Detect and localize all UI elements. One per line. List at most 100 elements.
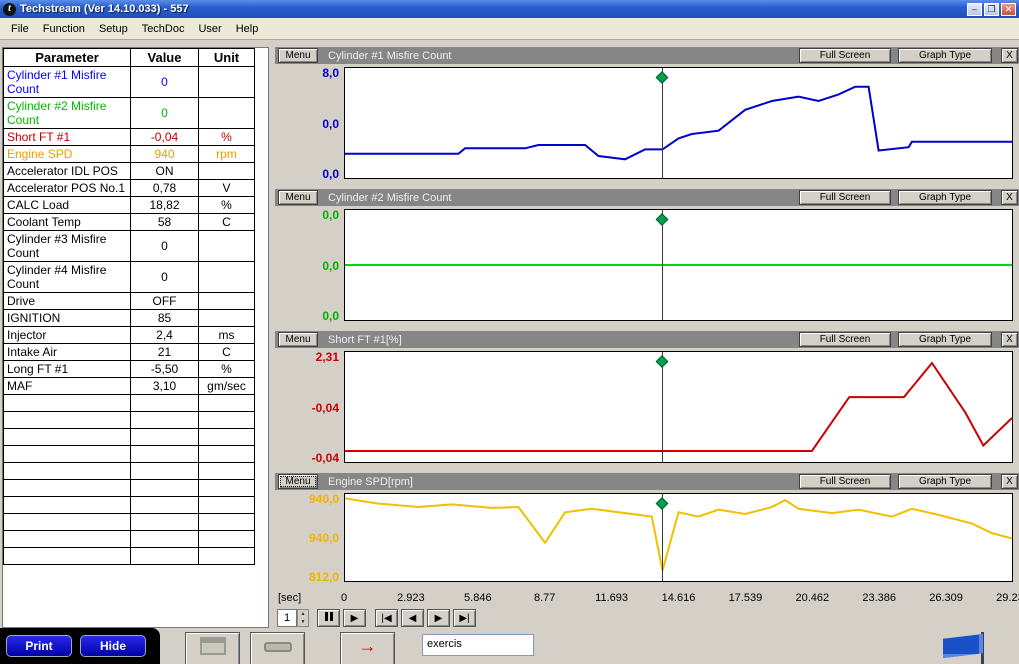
table-row[interactable] <box>4 463 255 480</box>
param-value <box>131 412 199 429</box>
bottom-bar: Print Hide → exercis <box>0 628 1019 664</box>
close-graph-button[interactable]: X <box>1001 332 1018 347</box>
table-row[interactable]: Long FT #1-5,50% <box>4 361 255 378</box>
menu-item-user[interactable]: User <box>191 21 228 37</box>
table-row[interactable] <box>4 446 255 463</box>
param-name <box>4 548 131 565</box>
first-frame-button[interactable]: |◀ <box>375 609 398 627</box>
param-unit <box>199 163 255 180</box>
menu-item-file[interactable]: File <box>4 21 36 37</box>
table-row[interactable]: Cylinder #3 Misfire Count0 <box>4 231 255 262</box>
next-frame-button[interactable]: ▶ <box>427 609 450 627</box>
plot-area[interactable] <box>344 351 1013 463</box>
frame-spinner-arrows[interactable]: ▲▼ <box>297 609 309 627</box>
close-button[interactable]: ✕ <box>1001 3 1016 16</box>
close-graph-button[interactable]: X <box>1001 474 1018 489</box>
table-row[interactable]: DriveOFF <box>4 293 255 310</box>
skip-to-start-icon: |◀ <box>381 613 391 624</box>
pause-button[interactable] <box>317 609 340 627</box>
table-row[interactable]: Short FT #1-0,04% <box>4 129 255 146</box>
table-row[interactable] <box>4 531 255 548</box>
graph-type-button[interactable]: Graph Type <box>898 474 992 489</box>
table-row[interactable] <box>4 412 255 429</box>
table-row[interactable] <box>4 429 255 446</box>
menu-button[interactable]: Menu <box>278 474 318 489</box>
param-unit: gm/sec <box>199 378 255 395</box>
graph-type-button[interactable]: Graph Type <box>898 332 992 347</box>
table-row[interactable]: Cylinder #1 Misfire Count0 <box>4 67 255 98</box>
table-row[interactable]: CALC Load18,82% <box>4 197 255 214</box>
title-bar: t Techstream (Ver 14.10.033) - 557 – ❐ ✕ <box>0 0 1019 18</box>
full-screen-button[interactable]: Full Screen <box>799 48 891 63</box>
full-screen-button[interactable]: Full Screen <box>799 332 891 347</box>
menu-item-function[interactable]: Function <box>36 21 92 37</box>
table-row[interactable]: Coolant Temp58C <box>4 214 255 231</box>
table-row[interactable] <box>4 497 255 514</box>
table-row[interactable]: Accelerator POS No.10,78V <box>4 180 255 197</box>
report-button[interactable] <box>185 632 240 664</box>
snapshot-combo[interactable]: exercis <box>422 634 534 656</box>
table-row[interactable] <box>4 548 255 565</box>
cursor-line[interactable] <box>662 210 663 320</box>
graph-panel-shortft: Menu Short FT #1[%] Full Screen Graph Ty… <box>275 331 1019 469</box>
hide-button[interactable]: Hide <box>80 635 146 657</box>
last-frame-button[interactable]: ▶| <box>453 609 476 627</box>
param-name: MAF <box>4 378 131 395</box>
table-row[interactable]: IGNITION85 <box>4 310 255 327</box>
print-button[interactable]: Print <box>6 635 72 657</box>
table-row[interactable]: Intake Air21C <box>4 344 255 361</box>
table-row[interactable]: Cylinder #2 Misfire Count0 <box>4 98 255 129</box>
table-row[interactable]: MAF3,10gm/sec <box>4 378 255 395</box>
connector-button[interactable] <box>250 632 305 664</box>
plot-area[interactable] <box>344 209 1013 321</box>
table-row[interactable]: Engine SPD940rpm <box>4 146 255 163</box>
full-screen-button[interactable]: Full Screen <box>799 474 891 489</box>
play-button[interactable]: ▶ <box>343 609 366 627</box>
menu-button[interactable]: Menu <box>278 190 318 205</box>
record-button[interactable]: → <box>340 632 395 664</box>
col-header-value: Value <box>131 49 199 67</box>
param-unit <box>199 310 255 327</box>
table-row[interactable] <box>4 395 255 412</box>
table-row[interactable]: Injector2,4ms <box>4 327 255 344</box>
param-unit <box>199 548 255 565</box>
graph-title: Engine SPD[rpm] <box>328 476 799 488</box>
table-row[interactable]: Cylinder #4 Misfire Count0 <box>4 262 255 293</box>
param-unit: % <box>199 361 255 378</box>
menu-item-techdoc[interactable]: TechDoc <box>135 21 192 37</box>
menu-button[interactable]: Menu <box>278 332 318 347</box>
time-tick: 14.616 <box>662 592 696 604</box>
cursor-line[interactable] <box>662 352 663 462</box>
y-axis-label-top: 0,0 <box>277 208 339 222</box>
param-value: -0,04 <box>131 129 199 146</box>
minimize-button[interactable]: – <box>967 3 982 16</box>
skip-to-end-icon: ▶| <box>459 613 469 624</box>
time-tick: 20.462 <box>795 592 829 604</box>
y-axis-label-bottom: 0,0 <box>277 309 339 323</box>
menu-item-setup[interactable]: Setup <box>92 21 135 37</box>
table-row[interactable] <box>4 514 255 531</box>
param-name: Injector <box>4 327 131 344</box>
table-row[interactable] <box>4 480 255 497</box>
maximize-button[interactable]: ❐ <box>984 3 999 16</box>
close-graph-button[interactable]: X <box>1001 48 1018 63</box>
graph-type-button[interactable]: Graph Type <box>898 48 992 63</box>
param-name: Long FT #1 <box>4 361 131 378</box>
menu-button[interactable]: Menu <box>278 48 318 63</box>
full-screen-button[interactable]: Full Screen <box>799 190 891 205</box>
close-graph-button[interactable]: X <box>1001 190 1018 205</box>
plot-area[interactable] <box>344 493 1013 582</box>
time-tick: 26.309 <box>929 592 963 604</box>
table-row[interactable]: Accelerator IDL POSON <box>4 163 255 180</box>
frame-spinner[interactable]: 1 <box>277 609 297 627</box>
prev-frame-button[interactable]: ◀ <box>401 609 424 627</box>
plot-area[interactable] <box>344 67 1013 179</box>
cursor-line[interactable] <box>662 68 663 178</box>
menu-item-help[interactable]: Help <box>229 21 266 37</box>
param-unit: ms <box>199 327 255 344</box>
graph-type-button[interactable]: Graph Type <box>898 190 992 205</box>
param-name <box>4 531 131 548</box>
param-name <box>4 395 131 412</box>
time-axis: [sec] 02.9235.8468.7711.69314.61617.5392… <box>275 590 1019 608</box>
param-value: 2,4 <box>131 327 199 344</box>
